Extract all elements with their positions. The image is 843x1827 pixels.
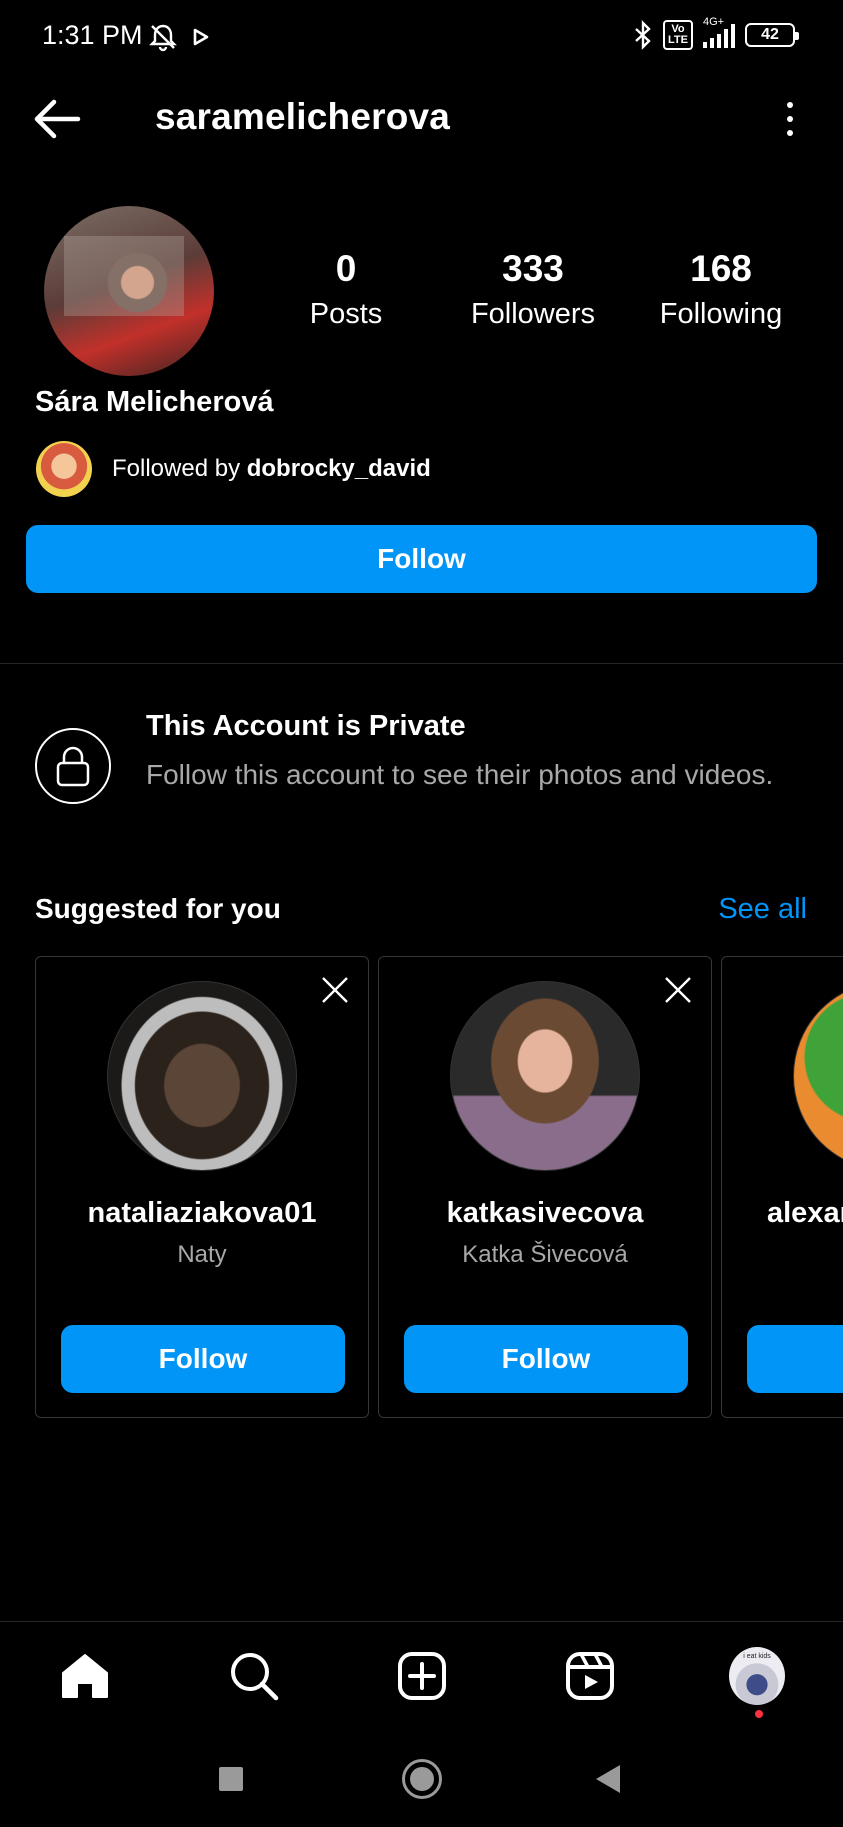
posts-label: Posts <box>309 298 383 330</box>
mutual-follower-avatar <box>36 441 92 497</box>
suggested-card[interactable]: nataliaziakova01 Naty Follow <box>35 956 369 1418</box>
bell-muted-icon <box>149 24 177 52</box>
suggested-username[interactable]: nataliaziakova01 <box>36 1197 368 1230</box>
profile-header: saramelicherova <box>0 84 843 154</box>
bluetooth-icon <box>635 20 651 50</box>
suggested-avatar[interactable] <box>450 981 640 1171</box>
followers-count: 333 <box>502 248 564 289</box>
suggested-avatar[interactable] <box>793 981 843 1171</box>
back-button[interactable] <box>596 1765 620 1793</box>
following-count: 168 <box>690 248 752 289</box>
profile-tab-avatar[interactable]: i eat kids <box>729 1647 785 1705</box>
status-bar: 1:31 PM Vo LTE 4G+ 42 <box>0 0 843 74</box>
see-all-link[interactable]: See all <box>718 893 807 926</box>
back-arrow-icon[interactable] <box>30 96 86 142</box>
battery-icon: 42 <box>745 23 799 47</box>
search-icon[interactable] <box>226 1648 282 1704</box>
recents-button[interactable] <box>219 1767 243 1791</box>
reels-icon[interactable] <box>562 1648 618 1704</box>
signal-icon: 4G+ <box>703 16 735 48</box>
suggested-card[interactable]: alexan <box>721 956 843 1418</box>
following-label: Following <box>659 298 783 330</box>
volte-badge: Vo LTE <box>663 20 693 50</box>
home-icon[interactable] <box>57 1648 113 1704</box>
suggested-follow-button[interactable] <box>747 1325 843 1393</box>
follow-button[interactable]: Follow <box>26 525 817 593</box>
followers-stat[interactable]: 333 Followers <box>433 248 633 331</box>
suggested-avatar[interactable] <box>107 981 297 1171</box>
posts-count: 0 <box>335 248 357 289</box>
followed-by-username: dobrocky_david <box>246 455 431 482</box>
followers-label: Followers <box>470 298 596 330</box>
followed-by-prefix: Followed by <box>112 455 247 482</box>
suggested-follow-button[interactable]: Follow <box>404 1325 688 1393</box>
suggested-follow-button[interactable]: Follow <box>61 1325 345 1393</box>
home-button[interactable] <box>402 1759 442 1799</box>
suggested-card[interactable]: katkasivecova Katka Šivecová Follow <box>378 956 712 1418</box>
profile-username: saramelicherova <box>155 96 451 137</box>
suggested-name: Katka Šivecová <box>462 1241 628 1268</box>
followed-by-row[interactable]: Followed by dobrocky_david <box>36 441 431 497</box>
close-icon[interactable] <box>663 975 693 1005</box>
profile-avatar[interactable] <box>44 206 214 376</box>
private-account-title: This Account is Private <box>146 710 466 742</box>
suggested-username[interactable]: alexan <box>767 1197 843 1230</box>
profile-full-name: Sára Melicherová <box>35 386 274 418</box>
suggested-username[interactable]: katkasivecova <box>379 1197 711 1230</box>
suggested-name: Naty <box>177 1241 227 1268</box>
battery-level: 42 <box>761 26 779 43</box>
suggested-carousel[interactable]: nataliaziakova01 Naty Follow katkasiveco… <box>35 956 843 1420</box>
divider <box>0 663 843 664</box>
bottom-nav: i eat kids <box>0 1622 843 1730</box>
status-time: 1:31 PM <box>42 20 143 50</box>
suggested-title: Suggested for you <box>35 893 281 924</box>
notification-dot <box>755 1710 763 1718</box>
create-icon[interactable] <box>394 1648 450 1704</box>
more-options-icon[interactable] <box>777 98 803 140</box>
lock-icon <box>35 728 111 804</box>
following-stat[interactable]: 168 Following <box>621 248 821 331</box>
posts-stat[interactable]: 0 Posts <box>246 248 446 331</box>
play-store-icon <box>193 28 209 46</box>
close-icon[interactable] <box>320 975 350 1005</box>
private-account-description: Follow this account to see their photos … <box>146 759 774 790</box>
system-nav-bar <box>0 1740 843 1827</box>
